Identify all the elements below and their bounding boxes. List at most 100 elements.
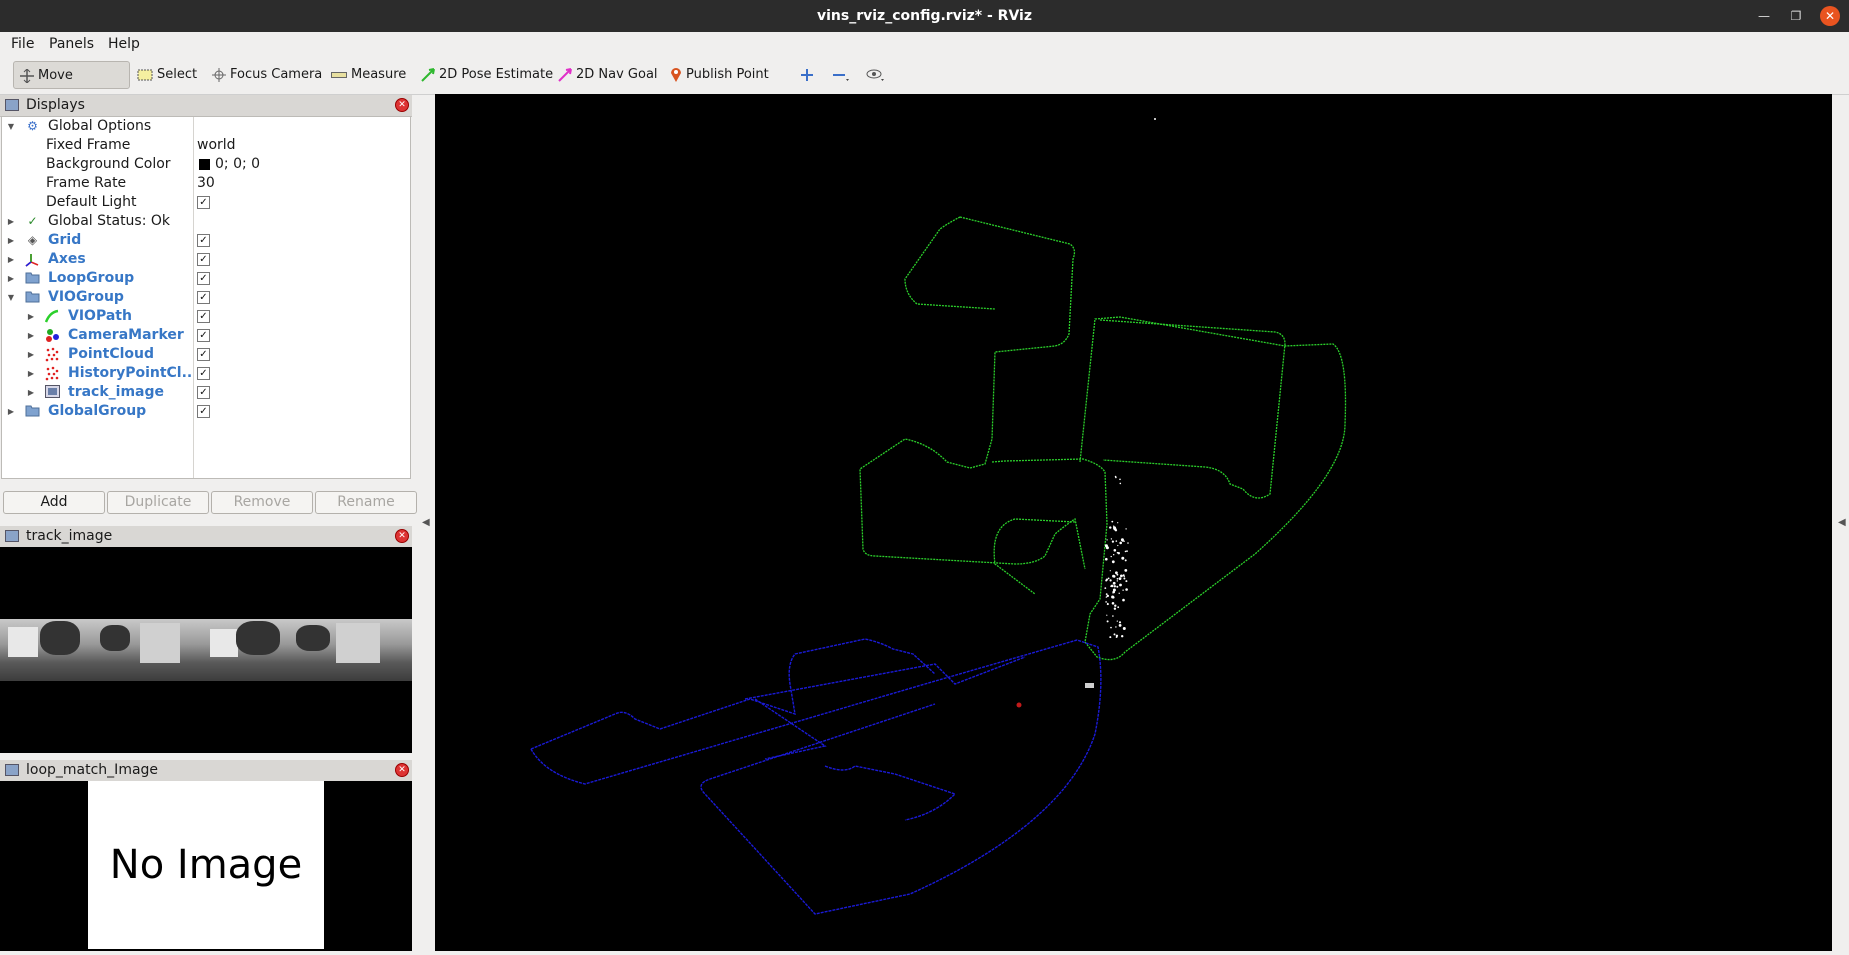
cloud-point (1107, 577, 1110, 580)
expand-right-icon[interactable]: ▶ (6, 250, 16, 269)
minimize-icon[interactable]: — (1754, 6, 1774, 26)
menu-bar: File Panels Help (0, 32, 1849, 56)
plus-icon (801, 68, 813, 81)
expand-right-icon[interactable]: ▶ (26, 383, 36, 402)
global-group-checkbox[interactable]: ✓ (197, 405, 210, 418)
collapse-left-icon[interactable]: ◀ (422, 517, 430, 528)
frame-rate-value[interactable]: 30 (197, 174, 215, 193)
expand-right-icon[interactable]: ▶ (6, 269, 16, 288)
cloud-point (1113, 633, 1116, 636)
remove-button[interactable]: Remove (211, 491, 313, 514)
expand-right-icon[interactable]: ▶ (6, 231, 16, 250)
expand-right-icon[interactable]: ▶ (6, 402, 16, 421)
vio-path-segment (859, 216, 1086, 570)
tree-row-history-point-cloud[interactable]: ▶ HistoryPointCl... ✓ (2, 364, 410, 383)
camera-marker-checkbox[interactable]: ✓ (197, 329, 210, 342)
loop-match-close-icon[interactable]: ✕ (395, 763, 409, 777)
expand-right-icon[interactable]: ▶ (6, 212, 16, 231)
color-swatch[interactable] (199, 159, 210, 170)
menu-help[interactable]: Help (108, 32, 140, 56)
menu-panels[interactable]: Panels (49, 32, 94, 56)
nav-goal-tool[interactable]: 2D Nav Goal (552, 61, 664, 89)
rename-button[interactable]: Rename (315, 491, 417, 514)
cloud-point (1104, 544, 1108, 548)
cloud-point (1117, 606, 1120, 609)
tree-row-loop-group[interactable]: ▶ LoopGroup ✓ (2, 269, 410, 288)
loop-marker (1016, 702, 1022, 708)
expand-right-icon[interactable]: ▶ (26, 345, 36, 364)
cloud-point (1123, 577, 1126, 580)
expand-right-icon[interactable]: ▶ (26, 364, 36, 383)
pose-estimate-tool[interactable]: 2D Pose Estimate (415, 61, 559, 89)
cloud-point (1124, 559, 1127, 562)
grid-checkbox[interactable]: ✓ (197, 234, 210, 247)
tree-row-vio-path[interactable]: ▶ VIOPath ✓ (2, 307, 410, 326)
tree-row-vio-group[interactable]: ▼ VIOGroup ✓ (2, 288, 410, 307)
remove-tool-button[interactable] (826, 61, 860, 89)
tree-row-point-cloud[interactable]: ▶ PointCloud ✓ (2, 345, 410, 364)
tree-row-camera-marker[interactable]: ▶ CameraMarker ✓ (2, 326, 410, 345)
cloud-point (1116, 620, 1118, 622)
default-light-checkbox[interactable]: ✓ (197, 196, 210, 209)
loop-group-label: LoopGroup (48, 270, 135, 286)
fixed-frame-value[interactable]: world (197, 136, 236, 155)
expand-right-icon[interactable]: ▶ (26, 326, 36, 345)
loop-group-checkbox[interactable]: ✓ (197, 272, 210, 285)
tree-row-fixed-frame[interactable]: Fixed Frame world (2, 136, 410, 155)
vio-group-checkbox[interactable]: ✓ (197, 291, 210, 304)
tree-row-axes[interactable]: ▶ Axes ✓ (2, 250, 410, 269)
tree-row-track-image[interactable]: ▶ track_image ✓ (2, 383, 410, 402)
cloud-point (1124, 569, 1128, 572)
view-options-button[interactable] (860, 61, 896, 89)
cloud-point (1110, 555, 1112, 558)
cloud-point (1111, 560, 1115, 564)
vio-path-checkbox[interactable]: ✓ (197, 310, 210, 323)
tree-row-grid[interactable]: ▶ ◈ Grid ✓ (2, 231, 410, 250)
tree-row-frame-rate[interactable]: Frame Rate 30 (2, 174, 410, 193)
marker-icon (45, 328, 60, 343)
track-image-close-icon[interactable]: ✕ (395, 529, 409, 543)
duplicate-button[interactable]: Duplicate (107, 491, 209, 514)
render-viewport[interactable] (435, 94, 1832, 951)
trajectory-canvas (530, 118, 1347, 915)
cloud-point (1115, 476, 1117, 479)
displays-close-icon[interactable]: ✕ (395, 98, 409, 112)
move-camera-tool[interactable]: Move Camera (13, 61, 130, 111)
cloud-point (1113, 549, 1117, 552)
minus-icon (833, 73, 849, 81)
history-point-cloud-checkbox[interactable]: ✓ (197, 367, 210, 380)
expand-down-icon[interactable]: ▼ (6, 288, 16, 307)
close-icon[interactable]: ✕ (1820, 6, 1840, 26)
select-tool[interactable]: Select (131, 61, 203, 89)
add-button[interactable]: Add (3, 491, 105, 514)
collapse-right-icon[interactable]: ◀ (1838, 517, 1846, 528)
track-image-label: track_image (68, 384, 165, 400)
add-tool-button[interactable] (794, 61, 824, 89)
tree-row-background-color[interactable]: Background Color 0; 0; 0 (2, 155, 410, 174)
publish-point-tool[interactable]: Publish Point (664, 61, 775, 89)
expand-down-icon[interactable]: ▼ (6, 117, 16, 136)
tree-row-global-options[interactable]: ▼ ⚙ Global Options (2, 117, 410, 136)
tree-row-default-light[interactable]: Default Light ✓ (2, 193, 410, 212)
measure-tool[interactable]: Measure (325, 61, 412, 89)
vio-path-segment (1099, 319, 1286, 499)
maximize-icon[interactable]: ❐ (1786, 6, 1806, 26)
loop-match-panel-title: loop_match_Image (26, 762, 159, 778)
tree-row-global-group[interactable]: ▶ GlobalGroup ✓ (2, 402, 410, 421)
background-color-value[interactable]: 0; 0; 0 (215, 155, 260, 174)
menu-file[interactable]: File (11, 32, 34, 56)
cloud-point (1119, 583, 1122, 587)
cloud-point (1110, 626, 1112, 629)
global-path-segment (824, 765, 957, 821)
axes-checkbox[interactable]: ✓ (197, 253, 210, 266)
global-group-label: GlobalGroup (48, 403, 147, 419)
point-cloud-checkbox[interactable]: ✓ (197, 348, 210, 361)
cloud-point (1105, 601, 1107, 603)
focus-camera-tool[interactable]: Focus Camera (206, 61, 328, 89)
track-image-checkbox[interactable]: ✓ (197, 386, 210, 399)
grid-label: Grid (48, 232, 82, 248)
expand-right-icon[interactable]: ▶ (26, 307, 36, 326)
tree-row-global-status[interactable]: ▶ ✓ Global Status: Ok (2, 212, 410, 231)
cloud-point (1116, 580, 1118, 582)
cloud-point (1122, 598, 1125, 602)
